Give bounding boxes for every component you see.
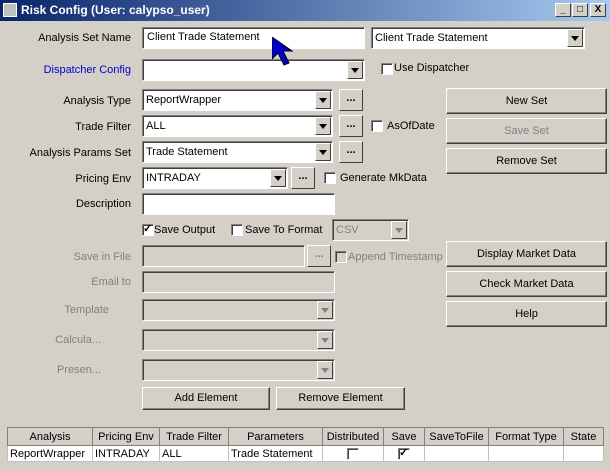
new-set-button[interactable]: New Set (446, 88, 607, 114)
analysis-params-set-combo[interactable]: Trade Statement (142, 141, 333, 163)
analysis-params-set-value: Trade Statement (146, 146, 228, 158)
chevron-down-icon[interactable] (317, 361, 333, 379)
presen-label: Presen... (56, 364, 101, 376)
column-header-parameters[interactable]: Parameters (228, 427, 323, 446)
maximize-button[interactable]: □ (572, 3, 588, 17)
analysis-type-value: ReportWrapper (146, 94, 221, 106)
column-header-trade-filter[interactable]: Trade Filter (159, 427, 229, 446)
trade-filter-label: Trade Filter (75, 121, 131, 133)
chevron-down-icon[interactable] (317, 301, 333, 319)
email-to-input[interactable] (142, 271, 335, 293)
pricing-env-value: INTRADAY (146, 172, 201, 184)
cell-save[interactable] (383, 445, 425, 462)
column-header-distributed[interactable]: Distributed (322, 427, 384, 446)
append-timestamp-label: Append Timestamp (348, 251, 443, 263)
risk-config-window: Risk Config (User: calypso_user) _ □ X A… (0, 0, 610, 471)
analysis-type-browse-button[interactable]: ... (339, 89, 363, 111)
template-combo[interactable] (142, 299, 335, 321)
template-label: Template (64, 304, 109, 316)
save-to-format-label: Save To Format (245, 224, 323, 236)
cell-trade-filter[interactable]: ALL (159, 445, 229, 462)
analysis-table: Analysis Pricing Env Trade Filter Parame… (7, 427, 604, 462)
chevron-down-icon[interactable] (315, 143, 331, 161)
analysis-params-browse-button[interactable]: ... (339, 141, 363, 163)
analysis-set-combo-value: Client Trade Statement (375, 32, 488, 44)
cell-state[interactable] (563, 445, 604, 462)
remove-element-button[interactable]: Remove Element (276, 387, 405, 410)
save-output-checkbox[interactable] (142, 222, 154, 236)
chevron-down-icon[interactable] (315, 117, 331, 135)
pricing-env-browse-button[interactable]: ... (291, 167, 315, 189)
mouse-cursor-icon (272, 37, 294, 66)
chevron-down-icon[interactable] (317, 331, 333, 349)
pricing-env-label: Pricing Env (75, 173, 131, 185)
dispatcher-config-label[interactable]: Dispatcher Config (44, 64, 131, 76)
app-icon (3, 3, 17, 17)
chevron-down-icon[interactable] (347, 61, 363, 79)
chevron-down-icon[interactable] (567, 29, 583, 47)
cell-savetofile[interactable] (424, 445, 489, 462)
table-row[interactable]: ReportWrapper INTRADAY ALL Trade Stateme… (7, 445, 604, 462)
column-header-pricing-env[interactable]: Pricing Env (92, 427, 160, 446)
cell-format-type[interactable] (488, 445, 564, 462)
help-button[interactable]: Help (446, 301, 607, 327)
trade-filter-value: ALL (146, 120, 166, 132)
save-in-file-browse-button[interactable]: ... (307, 245, 331, 267)
save-in-file-input[interactable] (142, 245, 305, 267)
description-input[interactable] (142, 193, 335, 215)
cell-pricing-env[interactable]: INTRADAY (92, 445, 160, 462)
minimize-button[interactable]: _ (555, 3, 571, 17)
add-element-button[interactable]: Add Element (142, 387, 270, 410)
email-to-label: Email to (91, 276, 131, 288)
format-combo[interactable]: CSV (332, 219, 409, 241)
trade-filter-browse-button[interactable]: ... (339, 115, 363, 137)
analysis-set-name-label: Analysis Set Name (38, 32, 131, 44)
column-header-savetofile[interactable]: SaveToFile (424, 427, 489, 446)
pricing-env-combo[interactable]: INTRADAY (142, 167, 288, 189)
analysis-type-combo[interactable]: ReportWrapper (142, 89, 333, 111)
presen-combo[interactable] (142, 359, 335, 381)
trade-filter-combo[interactable]: ALL (142, 115, 333, 137)
analysis-set-combo[interactable]: Client Trade Statement (371, 27, 585, 49)
remove-set-button[interactable]: Remove Set (446, 148, 607, 174)
generate-mkdata-checkbox[interactable] (324, 172, 336, 184)
check-market-data-button[interactable]: Check Market Data (446, 271, 607, 297)
save-checkbox[interactable] (398, 446, 410, 460)
append-timestamp-checkbox[interactable] (335, 251, 347, 263)
cell-distributed[interactable] (322, 445, 384, 462)
save-set-button[interactable]: Save Set (446, 118, 607, 144)
column-header-format-type[interactable]: Format Type (488, 427, 564, 446)
generate-mkdata-label: Generate MkData (340, 172, 427, 184)
analysis-set-name-input[interactable]: Client Trade Statement (142, 27, 365, 49)
cell-analysis[interactable]: ReportWrapper (7, 445, 93, 462)
column-header-save[interactable]: Save (383, 427, 425, 446)
chevron-down-icon[interactable] (315, 91, 331, 109)
display-market-data-button[interactable]: Display Market Data (446, 241, 607, 267)
close-button[interactable]: X (590, 3, 606, 17)
calcula-combo[interactable] (142, 329, 335, 351)
title-bar[interactable]: Risk Config (User: calypso_user) _ □ X (0, 0, 610, 21)
analysis-params-set-label: Analysis Params Set (29, 147, 131, 159)
analysis-type-label: Analysis Type (63, 95, 131, 107)
chevron-down-icon[interactable] (391, 221, 407, 239)
save-in-file-label: Save in File (73, 251, 131, 263)
description-label: Description (75, 198, 131, 210)
dispatcher-config-combo[interactable] (142, 59, 365, 81)
column-header-state[interactable]: State (563, 427, 604, 446)
window-title: Risk Config (User: calypso_user) (21, 3, 210, 17)
format-value: CSV (336, 224, 359, 236)
use-dispatcher-label: Use Dispatcher (394, 62, 470, 74)
table-header-row: Analysis Pricing Env Trade Filter Parame… (7, 427, 604, 446)
use-dispatcher-checkbox[interactable] (381, 63, 393, 75)
distributed-checkbox[interactable] (347, 448, 359, 460)
asofdate-label: AsOfDate (387, 120, 435, 132)
cell-parameters[interactable]: Trade Statement (228, 445, 323, 462)
calcula-label: Calcula... (55, 334, 101, 346)
column-header-analysis[interactable]: Analysis (7, 427, 93, 446)
save-to-format-checkbox[interactable] (231, 224, 243, 236)
asofdate-checkbox[interactable] (371, 120, 383, 132)
save-output-label: Save Output (154, 224, 216, 236)
chevron-down-icon[interactable] (270, 169, 286, 187)
